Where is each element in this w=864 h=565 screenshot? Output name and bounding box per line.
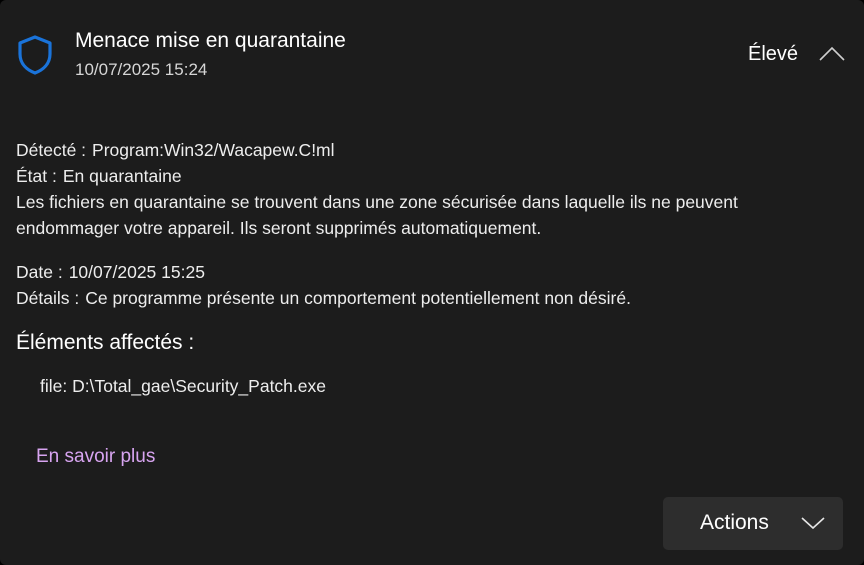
chevron-down-icon: [800, 514, 826, 532]
detected-row: Détecté : Program:Win32/Wacapew.C!ml: [16, 137, 335, 163]
detected-value: Program:Win32/Wacapew.C!ml: [92, 140, 335, 160]
status-row: État : En quarantaine: [16, 163, 182, 189]
date-row: Date :10/07/2025 15:25: [16, 259, 205, 285]
description-line-2: endommager votre appareil. Ils seront su…: [16, 218, 542, 238]
learn-more-link[interactable]: En savoir plus: [36, 446, 155, 468]
actions-button[interactable]: Actions: [663, 497, 843, 550]
shield-icon: [17, 35, 53, 75]
chevron-up-icon[interactable]: [810, 40, 854, 68]
status-label: État :: [16, 166, 57, 186]
affected-file-item: file: D:\Total_gae\Security_Patch.exe: [40, 376, 326, 396]
date-label: Date :: [16, 262, 63, 282]
threat-title: Menace mise en quarantaine: [75, 29, 346, 52]
affected-items-heading: Éléments affectés :: [16, 331, 195, 354]
date-value: 10/07/2025 15:25: [68, 262, 205, 282]
actions-label: Actions: [700, 511, 769, 534]
threat-card: Menace mise en quarantaine 10/07/2025 15…: [0, 0, 864, 565]
details-row: Détails : Ce programme présente un compor…: [16, 285, 631, 311]
status-value: En quarantaine: [62, 166, 182, 186]
severity-level: Élevé: [748, 43, 799, 65]
detected-label: Détecté :: [16, 140, 87, 160]
description-line-1: Les fichiers en quarantaine se trouvent …: [16, 192, 738, 212]
threat-timestamp: 10/07/2025 15:24: [75, 60, 208, 79]
details-value: Ce programme présente un comportement po…: [85, 288, 631, 308]
details-label: Détails :: [16, 288, 80, 308]
